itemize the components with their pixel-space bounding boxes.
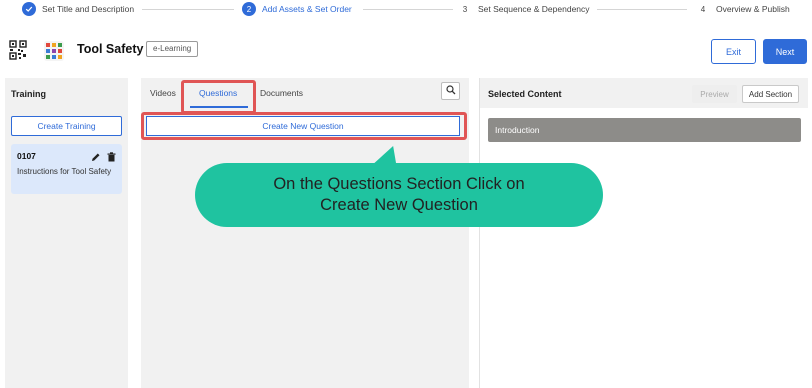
search-button[interactable] bbox=[441, 82, 460, 100]
step-2-label: Add Assets & Set Order bbox=[262, 4, 352, 14]
step-4[interactable]: 4 Overview & Publish bbox=[696, 2, 790, 16]
training-panel: Training Create Training 0107 Instructio… bbox=[5, 78, 128, 388]
trash-icon[interactable] bbox=[107, 149, 116, 162]
create-training-button[interactable]: Create Training bbox=[11, 116, 122, 136]
training-card[interactable]: 0107 Instructions for Tool Safety bbox=[11, 144, 122, 194]
preview-button[interactable]: Preview bbox=[692, 85, 737, 103]
callout-line-2: Create New Question bbox=[320, 196, 478, 214]
selected-content-title: Selected Content bbox=[488, 89, 562, 99]
app-logo-icon bbox=[44, 41, 64, 61]
selected-content-panel: Selected Content Preview Add Section Int… bbox=[479, 78, 808, 388]
pencil-icon[interactable] bbox=[91, 149, 101, 161]
step-connector bbox=[363, 9, 453, 10]
check-icon bbox=[22, 2, 36, 16]
step-1[interactable]: Set Title and Description bbox=[22, 2, 134, 16]
qr-code-icon[interactable] bbox=[9, 40, 27, 60]
exit-button[interactable]: Exit bbox=[711, 39, 756, 64]
step-4-number: 4 bbox=[700, 4, 706, 14]
page-title: Tool Safety bbox=[77, 42, 144, 56]
step-connector bbox=[597, 9, 687, 10]
callout-line-1: On the Questions Section Click on bbox=[273, 175, 525, 193]
create-question-highlight bbox=[141, 112, 467, 140]
section-item-introduction[interactable]: Introduction bbox=[488, 118, 801, 142]
tab-videos[interactable]: Videos bbox=[150, 88, 176, 98]
step-2-number: 2 bbox=[242, 2, 256, 16]
step-connector bbox=[142, 9, 234, 10]
add-section-button[interactable]: Add Section bbox=[742, 85, 799, 103]
progress-stepper: Set Title and Description 2 Add Assets &… bbox=[0, 0, 812, 22]
step-4-label: Overview & Publish bbox=[716, 4, 790, 14]
step-3-label: Set Sequence & Dependency bbox=[478, 4, 590, 14]
questions-tab-highlight bbox=[181, 80, 256, 114]
step-3-number: 3 bbox=[462, 4, 468, 14]
tab-documents[interactable]: Documents bbox=[260, 88, 303, 98]
training-card-id: 0107 bbox=[17, 151, 36, 161]
assets-panel: Videos Questions Documents Create New Qu… bbox=[141, 78, 469, 388]
next-button[interactable]: Next bbox=[763, 39, 807, 64]
step-1-label: Set Title and Description bbox=[42, 4, 135, 14]
training-panel-title: Training bbox=[11, 89, 47, 99]
step-3[interactable]: 3 Set Sequence & Dependency bbox=[458, 2, 590, 16]
course-type-badge: e-Learning bbox=[146, 41, 199, 57]
training-card-description: Instructions for Tool Safety bbox=[17, 167, 112, 176]
search-icon bbox=[445, 82, 456, 100]
instruction-callout: On the Questions Section Click on Create… bbox=[195, 163, 603, 227]
step-2[interactable]: 2 Add Assets & Set Order bbox=[242, 2, 352, 16]
